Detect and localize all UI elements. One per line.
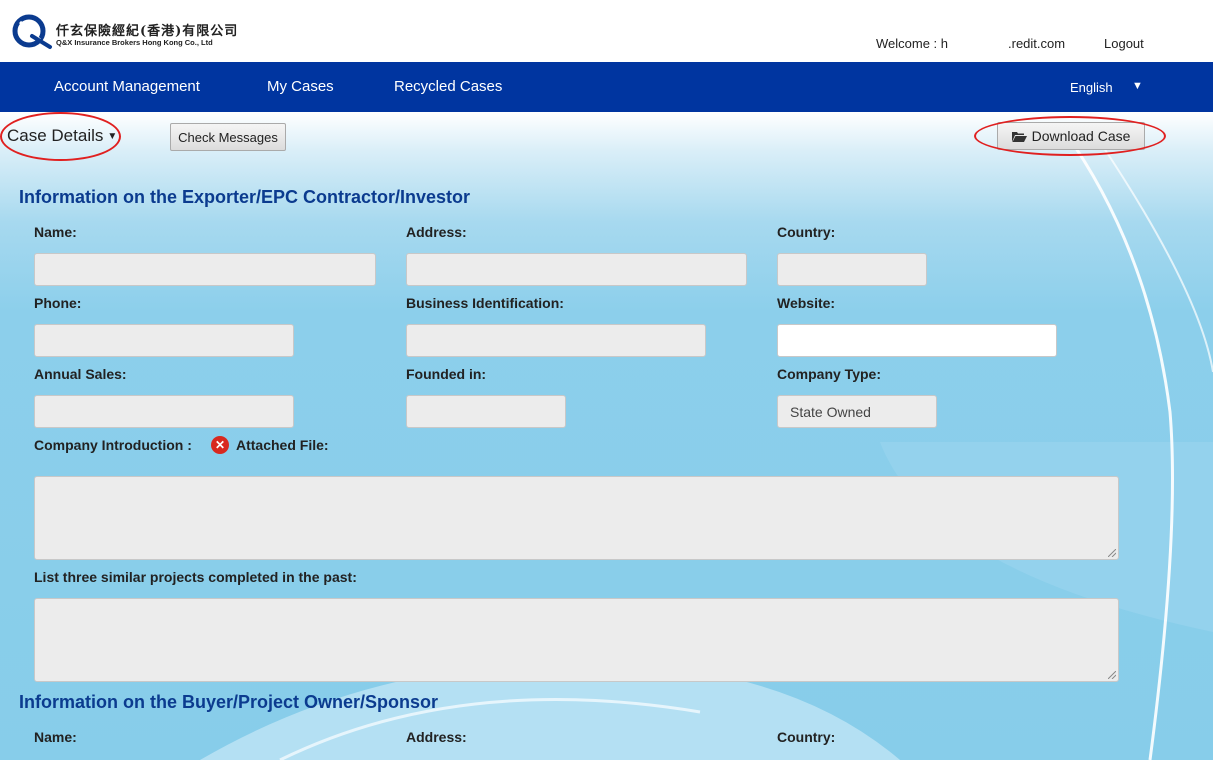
nav-recycled-cases[interactable]: Recycled Cases	[394, 78, 502, 95]
nav-account-management[interactable]: Account Management	[54, 78, 200, 95]
logout-link[interactable]: Logout	[1104, 36, 1144, 51]
case-details-label: Case Details	[7, 126, 104, 145]
phone-field[interactable]	[34, 324, 294, 357]
brand-name-chinese: 仟玄保險經紀(香港)有限公司	[56, 24, 239, 39]
welcome-suffix: .redit.com	[1008, 36, 1066, 51]
download-case-label: Download Case	[1031, 128, 1131, 144]
address-field[interactable]	[406, 253, 747, 286]
download-case-button[interactable]: Download Case	[997, 122, 1145, 150]
case-detail-panel: Case Details ▼ Check Messages Download Ca…	[0, 112, 1213, 760]
attached-file-label: Attached File:	[236, 437, 329, 453]
section-title-buyer: Information on the Buyer/Project Owner/S…	[19, 692, 439, 712]
founded-in-label: Founded in:	[406, 366, 487, 382]
welcome-prefix: Welcome : h	[876, 36, 949, 51]
business-id-label: Business Identification:	[406, 295, 564, 311]
language-select[interactable]: English	[1070, 80, 1113, 95]
annual-sales-field[interactable]	[34, 395, 294, 428]
projects-textarea[interactable]	[34, 598, 1119, 682]
redacted-email	[948, 36, 1009, 50]
top-header: 仟玄保險經紀(香港)有限公司 Q&X Insurance Brokers Hon…	[0, 0, 1213, 62]
error-close-icon[interactable]: ✕	[211, 436, 229, 454]
name-field[interactable]	[34, 253, 376, 286]
buyer-address-label: Address:	[406, 729, 467, 745]
projects-label: List three similar projects completed in…	[34, 569, 357, 585]
company-logo	[12, 14, 52, 49]
resize-handle-icon[interactable]	[1108, 671, 1116, 679]
buyer-name-label: Name:	[34, 729, 77, 745]
section-title-exporter: Information on the Exporter/EPC Contract…	[19, 187, 471, 207]
company-type-select[interactable]: State Owned	[777, 395, 937, 428]
caret-down-icon[interactable]: ▼	[1132, 80, 1143, 92]
phone-label: Phone:	[34, 295, 82, 311]
check-messages-button[interactable]: Check Messages	[170, 123, 286, 151]
company-type-label: Company Type:	[777, 366, 881, 382]
annual-sales-label: Annual Sales:	[34, 366, 127, 382]
country-field[interactable]	[777, 253, 927, 286]
buyer-country-label: Country:	[777, 729, 836, 745]
folder-open-icon	[1011, 131, 1027, 142]
company-intro-textarea[interactable]	[34, 476, 1119, 560]
nav-my-cases[interactable]: My Cases	[267, 78, 334, 95]
welcome-text: Welcome : h .redit.com	[876, 36, 1065, 51]
founded-in-field[interactable]	[406, 395, 566, 428]
website-label: Website:	[777, 295, 836, 311]
case-details-dropdown[interactable]: Case Details ▼	[7, 126, 117, 146]
address-label: Address:	[406, 224, 467, 240]
main-nav: Account Management My Cases Recycled Cas…	[0, 62, 1213, 112]
name-label: Name:	[34, 224, 77, 240]
business-id-field[interactable]	[406, 324, 706, 357]
brand-name-english: Q&X Insurance Brokers Hong Kong Co., Ltd	[56, 38, 213, 47]
country-label: Country:	[777, 224, 836, 240]
caret-down-icon: ▼	[107, 131, 118, 142]
resize-handle-icon[interactable]	[1108, 549, 1116, 557]
website-field[interactable]	[777, 324, 1057, 357]
company-intro-label: Company Introduction :	[34, 437, 192, 453]
